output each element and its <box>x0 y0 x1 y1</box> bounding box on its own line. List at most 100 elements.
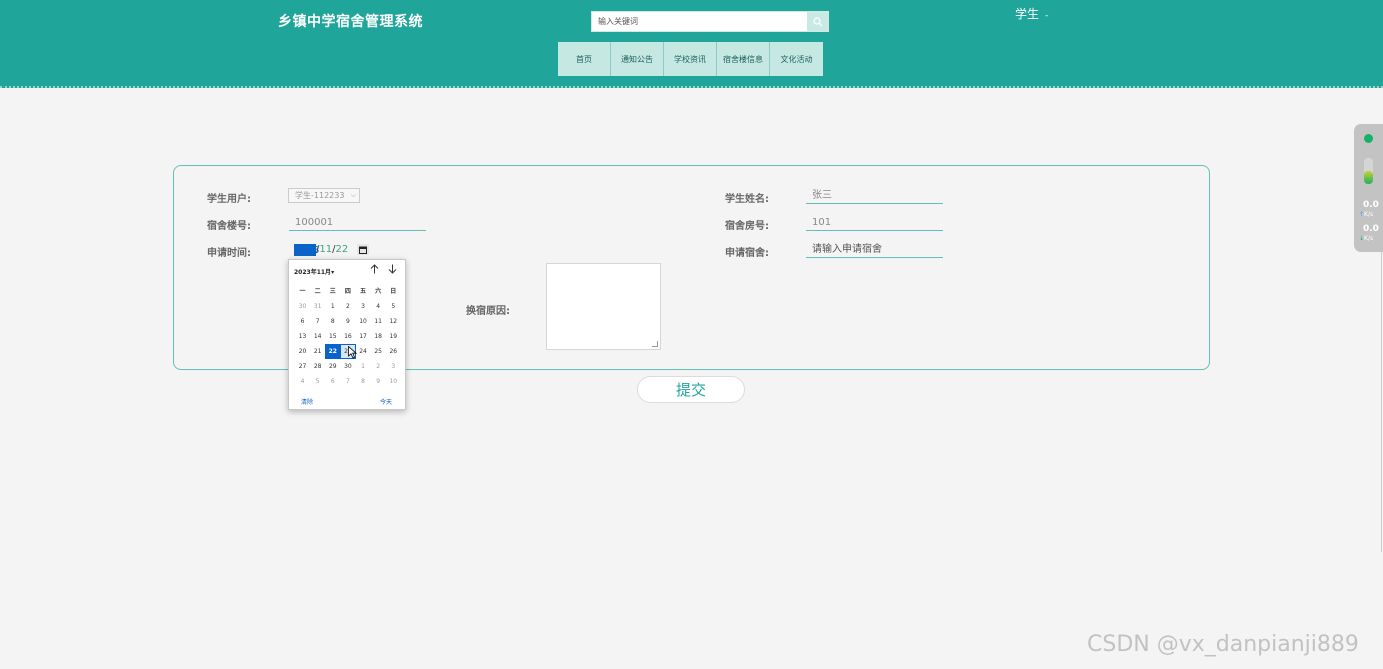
search-button[interactable] <box>807 12 828 31</box>
next-month-button[interactable] <box>388 264 397 277</box>
day-cell[interactable]: 26 <box>386 344 401 359</box>
site-title[interactable]: 乡镇中学宿舍管理系统 <box>278 11 423 31</box>
resize-handle-icon[interactable] <box>652 341 658 347</box>
apply-dorm-label: 申请宿舍: <box>725 248 769 259</box>
divider <box>1381 252 1382 552</box>
day-cell[interactable]: 15 <box>325 329 340 344</box>
day-cell[interactable]: 7 <box>340 374 355 389</box>
calendar-toggle-button[interactable] <box>357 244 369 255</box>
weekday-label: 三 <box>329 288 336 295</box>
nav-dorm-building-info[interactable]: 宿舍楼信息 <box>717 42 770 76</box>
datepicker-clear-button[interactable]: 清除 <box>301 397 313 406</box>
upload-speed-unit: ↑K/s <box>1359 211 1373 218</box>
building-no-label: 宿舍楼号: <box>207 221 251 232</box>
day-cell[interactable]: 1 <box>356 359 371 374</box>
download-speed-unit: ↓K/s <box>1359 235 1373 242</box>
day-cell[interactable]: 1 <box>325 299 340 314</box>
day-cell[interactable]: 2 <box>340 299 355 314</box>
day-cell[interactable]: 10 <box>386 374 401 389</box>
date-year-segment[interactable]: 2023 <box>294 244 319 256</box>
student-name-field[interactable]: 张三 <box>806 189 943 204</box>
day-cell[interactable]: 28 <box>310 359 325 374</box>
search-box <box>591 11 829 32</box>
day-cell[interactable]: 24 <box>356 344 371 359</box>
student-user-select[interactable]: 学生-112233 ⌵ <box>288 188 360 203</box>
chevron-down-icon: ▾ <box>331 269 335 276</box>
calendar-icon <box>359 246 367 254</box>
day-cell[interactable]: 10 <box>356 314 371 329</box>
day-cell[interactable]: 18 <box>371 329 386 344</box>
day-cell[interactable]: 13 <box>295 329 310 344</box>
day-cell[interactable]: 5 <box>310 374 325 389</box>
weekday-label: 五 <box>360 288 367 295</box>
nav-cultural-activities[interactable]: 文化活动 <box>770 42 823 76</box>
user-menu[interactable]: 学生 - <box>1015 5 1048 22</box>
submit-button[interactable]: 提交 <box>637 376 745 403</box>
datepicker-today-button[interactable]: 今天 <box>380 397 392 406</box>
reason-label: 换宿原因: <box>466 306 510 317</box>
day-cell[interactable]: 5 <box>386 299 401 314</box>
upload-speed-value: 0.0 <box>1363 200 1379 210</box>
day-cell[interactable]: 27 <box>295 359 310 374</box>
day-cell[interactable]: 3 <box>386 359 401 374</box>
room-no-field[interactable]: 101 <box>806 216 943 231</box>
user-menu-caret: - <box>1045 11 1049 21</box>
week-row: 13 14 15 16 17 18 19 <box>295 329 401 344</box>
day-cell[interactable]: 9 <box>371 374 386 389</box>
prev-month-button[interactable] <box>370 264 379 277</box>
room-no-label: 宿舍房号: <box>725 221 769 232</box>
week-row: 6 7 8 9 10 11 12 <box>295 314 401 329</box>
day-cell[interactable]: 20 <box>295 344 310 359</box>
nav-home[interactable]: 首页 <box>558 42 611 76</box>
apply-time-label: 申请时间: <box>207 248 251 259</box>
weekday-label: 一 <box>299 288 306 295</box>
datepicker-grid: 一 二 三 四 五 六 日 30 31 1 2 3 4 5 6 7 8 9 10… <box>295 284 401 389</box>
datepicker-month-selector[interactable]: 2023年11月▾ <box>294 267 334 276</box>
day-cell[interactable]: 19 <box>386 329 401 344</box>
day-cell[interactable]: 9 <box>340 314 355 329</box>
day-cell-selected[interactable]: 22 <box>325 344 341 359</box>
day-cell[interactable]: 16 <box>340 329 355 344</box>
usage-bar <box>1364 158 1373 184</box>
nav-school-news[interactable]: 学校资讯 <box>664 42 717 76</box>
day-cell[interactable]: 30 <box>295 299 310 314</box>
building-no-field[interactable]: 100001 <box>289 216 426 231</box>
usage-bar-fill <box>1364 171 1373 184</box>
nav-notices[interactable]: 通知公告 <box>611 42 664 76</box>
day-cell[interactable]: 8 <box>325 314 340 329</box>
user-menu-label: 学生 <box>1015 7 1040 21</box>
day-cell[interactable]: 17 <box>356 329 371 344</box>
apply-time-input[interactable]: 2023/11/22 <box>294 243 348 257</box>
date-month-segment[interactable]: 11 <box>319 243 332 257</box>
student-user-label: 学生用户: <box>207 194 251 205</box>
day-cell[interactable]: 6 <box>325 374 340 389</box>
day-cell[interactable]: 14 <box>310 329 325 344</box>
day-cell[interactable]: 12 <box>386 314 401 329</box>
arrow-down-icon <box>388 264 397 274</box>
day-cell[interactable]: 4 <box>371 299 386 314</box>
day-cell[interactable]: 31 <box>310 299 325 314</box>
day-cell[interactable]: 6 <box>295 314 310 329</box>
apply-dorm-field[interactable]: 请输入申请宿舍 <box>806 243 943 258</box>
weekday-header-row: 一 二 三 四 五 六 日 <box>295 284 401 299</box>
day-cell[interactable]: 4 <box>295 374 310 389</box>
reason-textarea[interactable] <box>546 263 661 350</box>
watermark: CSDN @vx_danpianji889 <box>1087 632 1359 657</box>
day-cell[interactable]: 11 <box>371 314 386 329</box>
day-cell[interactable]: 3 <box>356 299 371 314</box>
day-cell[interactable]: 7 <box>310 314 325 329</box>
upload-unit-label: K/s <box>1364 211 1374 218</box>
day-cell[interactable]: 2 <box>371 359 386 374</box>
day-cell[interactable]: 29 <box>325 359 340 374</box>
day-cell[interactable]: 30 <box>340 359 355 374</box>
day-cell[interactable]: 8 <box>356 374 371 389</box>
day-cell[interactable]: 25 <box>371 344 386 359</box>
top-header: 乡镇中学宿舍管理系统 学生- 首页 通知公告 学校资讯 宿舍楼信息 文化活动 <box>0 0 1383 88</box>
day-cell[interactable]: 21 <box>310 344 325 359</box>
search-icon <box>812 16 822 26</box>
status-dot-icon <box>1364 134 1373 143</box>
search-input[interactable] <box>592 12 807 31</box>
week-row: 27 28 29 30 1 2 3 <box>295 359 401 374</box>
date-day-segment[interactable]: 22 <box>335 243 348 257</box>
network-speed-widget[interactable]: 0.0 ↑K/s 0.0 ↓K/s <box>1354 124 1383 252</box>
